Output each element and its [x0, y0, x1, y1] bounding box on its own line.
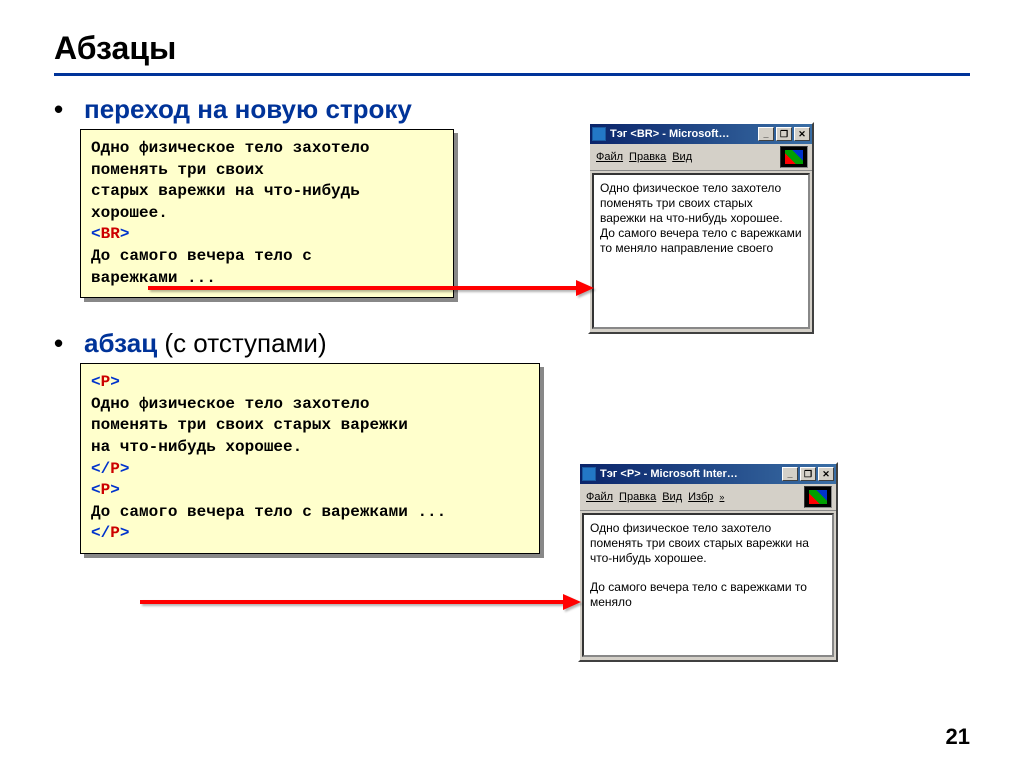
arrow-p	[140, 600, 565, 604]
code-box-p: <P> Одно физическое тело захотело поменя…	[80, 363, 540, 554]
menu-favorites[interactable]: Избр	[686, 491, 715, 503]
menubar: Файл Правка Вид	[590, 144, 812, 171]
ie-icon	[582, 467, 596, 481]
browser-content: Одно физическое тело захотело поменять т…	[592, 173, 810, 329]
code-box-p-shadow: <P> Одно физическое тело захотело поменя…	[84, 367, 544, 558]
browser-window-p: Тэг <P> - Microsoft Inter… _ ❐ ✕ Файл Пр…	[578, 462, 838, 662]
menu-view[interactable]: Вид	[660, 491, 684, 503]
minimize-button[interactable]: _	[782, 467, 798, 481]
bullet-newline-label: переход на новую строку	[84, 94, 412, 125]
code-box-br-shadow: Одно физическое тело захотело поменять т…	[84, 133, 458, 302]
window-title: Тэг <P> - Microsoft Inter…	[600, 468, 782, 480]
bullet-paragraph-plain: (с отступами)	[157, 328, 326, 358]
menu-edit[interactable]: Правка	[617, 491, 658, 503]
menu-edit[interactable]: Правка	[627, 151, 668, 163]
ie-logo	[804, 486, 832, 508]
browser-window-br: Тэг <BR> - Microsoft… _ ❐ ✕ Файл Правка …	[588, 122, 814, 334]
code-box-br: Одно физическое тело захотело поменять т…	[80, 129, 454, 298]
bullet-newline: • переход на новую строку	[54, 94, 970, 125]
menu-file[interactable]: Файл	[584, 491, 615, 503]
maximize-button[interactable]: ❐	[800, 467, 816, 481]
menu-view[interactable]: Вид	[670, 151, 694, 163]
menubar: Файл Правка Вид Избр »	[580, 484, 836, 511]
bullet-dot: •	[54, 330, 84, 356]
bullet-paragraph-label: абзац	[84, 328, 157, 358]
bullet-paragraph: • абзац (с отступами)	[54, 328, 970, 359]
ie-icon	[592, 127, 606, 141]
rendered-text-br: Одно физическое тело захотело поменять т…	[600, 181, 802, 256]
menu-file[interactable]: Файл	[594, 151, 625, 163]
page-number: 21	[946, 724, 970, 750]
window-title: Тэг <BR> - Microsoft…	[610, 128, 758, 140]
page-title: Абзацы	[54, 30, 970, 67]
title-underline	[54, 73, 970, 76]
close-button[interactable]: ✕	[818, 467, 834, 481]
bullet-dot: •	[54, 96, 84, 122]
rendered-paragraph-1: Одно физическое тело захотело поменять т…	[590, 521, 826, 566]
rendered-paragraph-2: До самого вечера тело с варежками то мен…	[590, 580, 826, 610]
minimize-button[interactable]: _	[758, 127, 774, 141]
maximize-button[interactable]: ❐	[776, 127, 792, 141]
titlebar: Тэг <P> - Microsoft Inter… _ ❐ ✕	[580, 464, 836, 484]
titlebar: Тэг <BR> - Microsoft… _ ❐ ✕	[590, 124, 812, 144]
close-button[interactable]: ✕	[794, 127, 810, 141]
arrow-br	[148, 286, 578, 290]
browser-content: Одно физическое тело захотело поменять т…	[582, 513, 834, 657]
ie-logo	[780, 146, 808, 168]
menu-overflow-chevron[interactable]: »	[717, 492, 726, 502]
